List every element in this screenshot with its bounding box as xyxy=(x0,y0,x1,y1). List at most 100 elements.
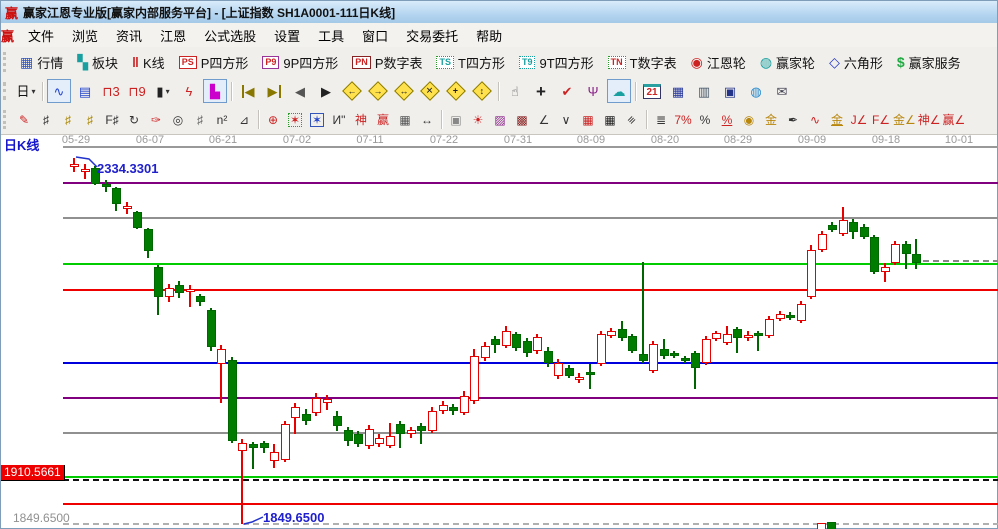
sectors-button[interactable]: ▚板块 xyxy=(70,53,125,72)
red-grid-tool[interactable]: ▦ xyxy=(577,108,599,132)
dashed-low-1849 xyxy=(63,523,998,525)
percent-line-tool[interactable]: % xyxy=(716,108,738,132)
menu-item-help[interactable]: 帮助 xyxy=(467,24,511,47)
rays-tool[interactable]: ☀ xyxy=(467,108,489,132)
ying-angle-tool[interactable]: 赢∠ xyxy=(942,108,967,132)
red-wave-tool[interactable]: ∿ xyxy=(804,108,826,132)
pattern-button[interactable]: ϟ xyxy=(177,79,201,103)
f-angle-tool[interactable]: F∠ xyxy=(870,108,892,132)
angle-tool[interactable]: ⊿ xyxy=(233,108,255,132)
next-bar-button[interactable]: ▶ xyxy=(314,79,338,103)
candle-wick xyxy=(600,331,602,366)
ying-tool[interactable]: 赢 xyxy=(372,108,394,132)
range-tool[interactable]: ↔ xyxy=(416,108,438,132)
parallel-lines-tool[interactable]: ≡ xyxy=(621,108,643,132)
percent-tool[interactable]: % xyxy=(694,108,716,132)
t-square-button[interactable]: TST四方形 xyxy=(429,53,511,72)
j-angle-tool[interactable]: J∠ xyxy=(848,108,870,132)
black-grid-tool[interactable]: ▦ xyxy=(599,108,621,132)
gold-circle-tool[interactable]: ◉ xyxy=(738,108,760,132)
star-box-tool[interactable]: ✶ xyxy=(284,108,306,132)
crosshair-tool-button[interactable]: + xyxy=(529,79,553,103)
purple-grid-tool[interactable]: ▨ xyxy=(489,108,511,132)
quotes-button[interactable]: ▦行情 xyxy=(13,53,70,72)
menu-item-trade[interactable]: 交易委托 xyxy=(397,24,467,47)
shen-angle-tool[interactable]: 神∠ xyxy=(917,108,942,132)
diamond-fit-button[interactable]: ↕ xyxy=(470,79,494,103)
gann-fan-tool[interactable]: ♯ xyxy=(35,108,57,132)
three-line-chart-button[interactable]: ⊓3 xyxy=(99,79,123,103)
grid-lines-tool[interactable]: ♯ xyxy=(189,108,211,132)
9t-square-button[interactable]: T99T四方形 xyxy=(512,53,601,72)
calculator-button[interactable]: ▦ xyxy=(666,79,690,103)
message-button[interactable]: ✉ xyxy=(770,79,794,103)
gold-fan-tool[interactable]: ♯ xyxy=(79,108,101,132)
hand-tool-button[interactable]: ☝ xyxy=(503,79,527,103)
circle-cross-tool[interactable]: ⊕ xyxy=(262,108,284,132)
spiral-tool[interactable]: ↻ xyxy=(123,108,145,132)
menu-item-window[interactable]: 窗口 xyxy=(353,24,397,47)
gold-ratio-tool[interactable]: ♯ xyxy=(57,108,79,132)
smart-analysis-button[interactable]: ☁ xyxy=(607,79,631,103)
grid-123-tool[interactable]: ▦ xyxy=(394,108,416,132)
brush-tool[interactable]: ✎ xyxy=(13,108,35,132)
gold2-tool[interactable]: 金 xyxy=(826,108,848,132)
star-grid-tool[interactable]: ✶ xyxy=(306,108,328,132)
info-list-button[interactable]: ▤ xyxy=(73,79,97,103)
marker-tool[interactable]: ✑ xyxy=(145,108,167,132)
period-day-dropdown[interactable]: 日▾ xyxy=(14,79,38,103)
calendar-button[interactable]: 21 xyxy=(640,79,664,103)
p-square-button[interactable]: PSP四方形 xyxy=(172,53,256,72)
candlestick xyxy=(544,351,553,363)
wave-mark-tool[interactable]: И" xyxy=(328,108,350,132)
menu-item-gann[interactable]: 江恩 xyxy=(151,24,195,47)
diamond-hrange-button[interactable]: ↔ xyxy=(392,79,416,103)
menu-item-formula-picker[interactable]: 公式选股 xyxy=(195,24,265,47)
price-bars-tool[interactable]: ≣ xyxy=(650,108,672,132)
winner-service-label: 赢家服务 xyxy=(909,53,961,72)
kline-button[interactable]: ‖K线 xyxy=(125,53,172,72)
n2-tool[interactable]: n² xyxy=(211,108,233,132)
wave-v-tool[interactable]: ∨ xyxy=(555,108,577,132)
menu-item-news[interactable]: 资讯 xyxy=(107,24,151,47)
first-bar-button[interactable]: ◀ xyxy=(236,79,260,103)
fib-fan-tool[interactable]: F♯ xyxy=(101,108,123,132)
menu-item-tools[interactable]: 工具 xyxy=(309,24,353,47)
gold-angle-tool[interactable]: 金∠ xyxy=(892,108,917,132)
diamond-expand-button[interactable]: + xyxy=(444,79,468,103)
gann-wheel-button[interactable]: ◉江恩轮 xyxy=(684,53,753,72)
zoom-wave-button[interactable]: ∿ xyxy=(47,79,71,103)
menu-item-file[interactable]: 文件 xyxy=(19,24,63,47)
kline-icon: ‖ xyxy=(132,55,139,69)
winner-wheel-button[interactable]: ◍赢家轮 xyxy=(753,53,822,72)
prev-bar-button[interactable]: ◀ xyxy=(288,79,312,103)
last-bar-button[interactable]: ▶ xyxy=(262,79,286,103)
gold-line-tool[interactable]: 金 xyxy=(760,108,782,132)
winner-service-button[interactable]: $赢家服务 xyxy=(890,53,968,72)
nine-line-chart-button[interactable]: ⊓9 xyxy=(125,79,149,103)
menu-item-browse[interactable]: 浏览 xyxy=(63,24,107,47)
menu-item-settings[interactable]: 设置 xyxy=(265,24,309,47)
diamond-left-button[interactable]: ← xyxy=(340,79,364,103)
percent7-tool[interactable]: 7% xyxy=(672,108,694,132)
dark-grid-tool[interactable]: ▩ xyxy=(511,108,533,132)
trend-lines-tool[interactable]: ∠ xyxy=(533,108,555,132)
clock-tool[interactable]: ◎ xyxy=(167,108,189,132)
gann-shape-button[interactable]: Ψ xyxy=(581,79,605,103)
9p-square-button[interactable]: P99P四方形 xyxy=(255,53,345,72)
t-table-button[interactable]: TNT数字表 xyxy=(601,53,684,72)
frame-tool[interactable]: ▣ xyxy=(445,108,467,132)
save-button[interactable]: ▣ xyxy=(718,79,742,103)
dashed-black-level xyxy=(63,479,998,481)
polyline-tool-button[interactable]: ✔ xyxy=(555,79,579,103)
diamond-right-button[interactable]: → xyxy=(366,79,390,103)
web-button[interactable]: ◍ xyxy=(744,79,768,103)
notes-button[interactable]: ▥ xyxy=(692,79,716,103)
diamond-compress-button[interactable]: ✕ xyxy=(418,79,442,103)
candle-style-dropdown[interactable]: ▮▾ xyxy=(151,79,175,103)
pen-line-tool[interactable]: ✒ xyxy=(782,108,804,132)
hexagon-button[interactable]: ◇六角形 xyxy=(822,53,890,72)
p-table-button[interactable]: PNP数字表 xyxy=(345,53,429,72)
shen-tool[interactable]: 神 xyxy=(350,108,372,132)
volume-profile-button[interactable]: ▙ xyxy=(203,79,227,103)
